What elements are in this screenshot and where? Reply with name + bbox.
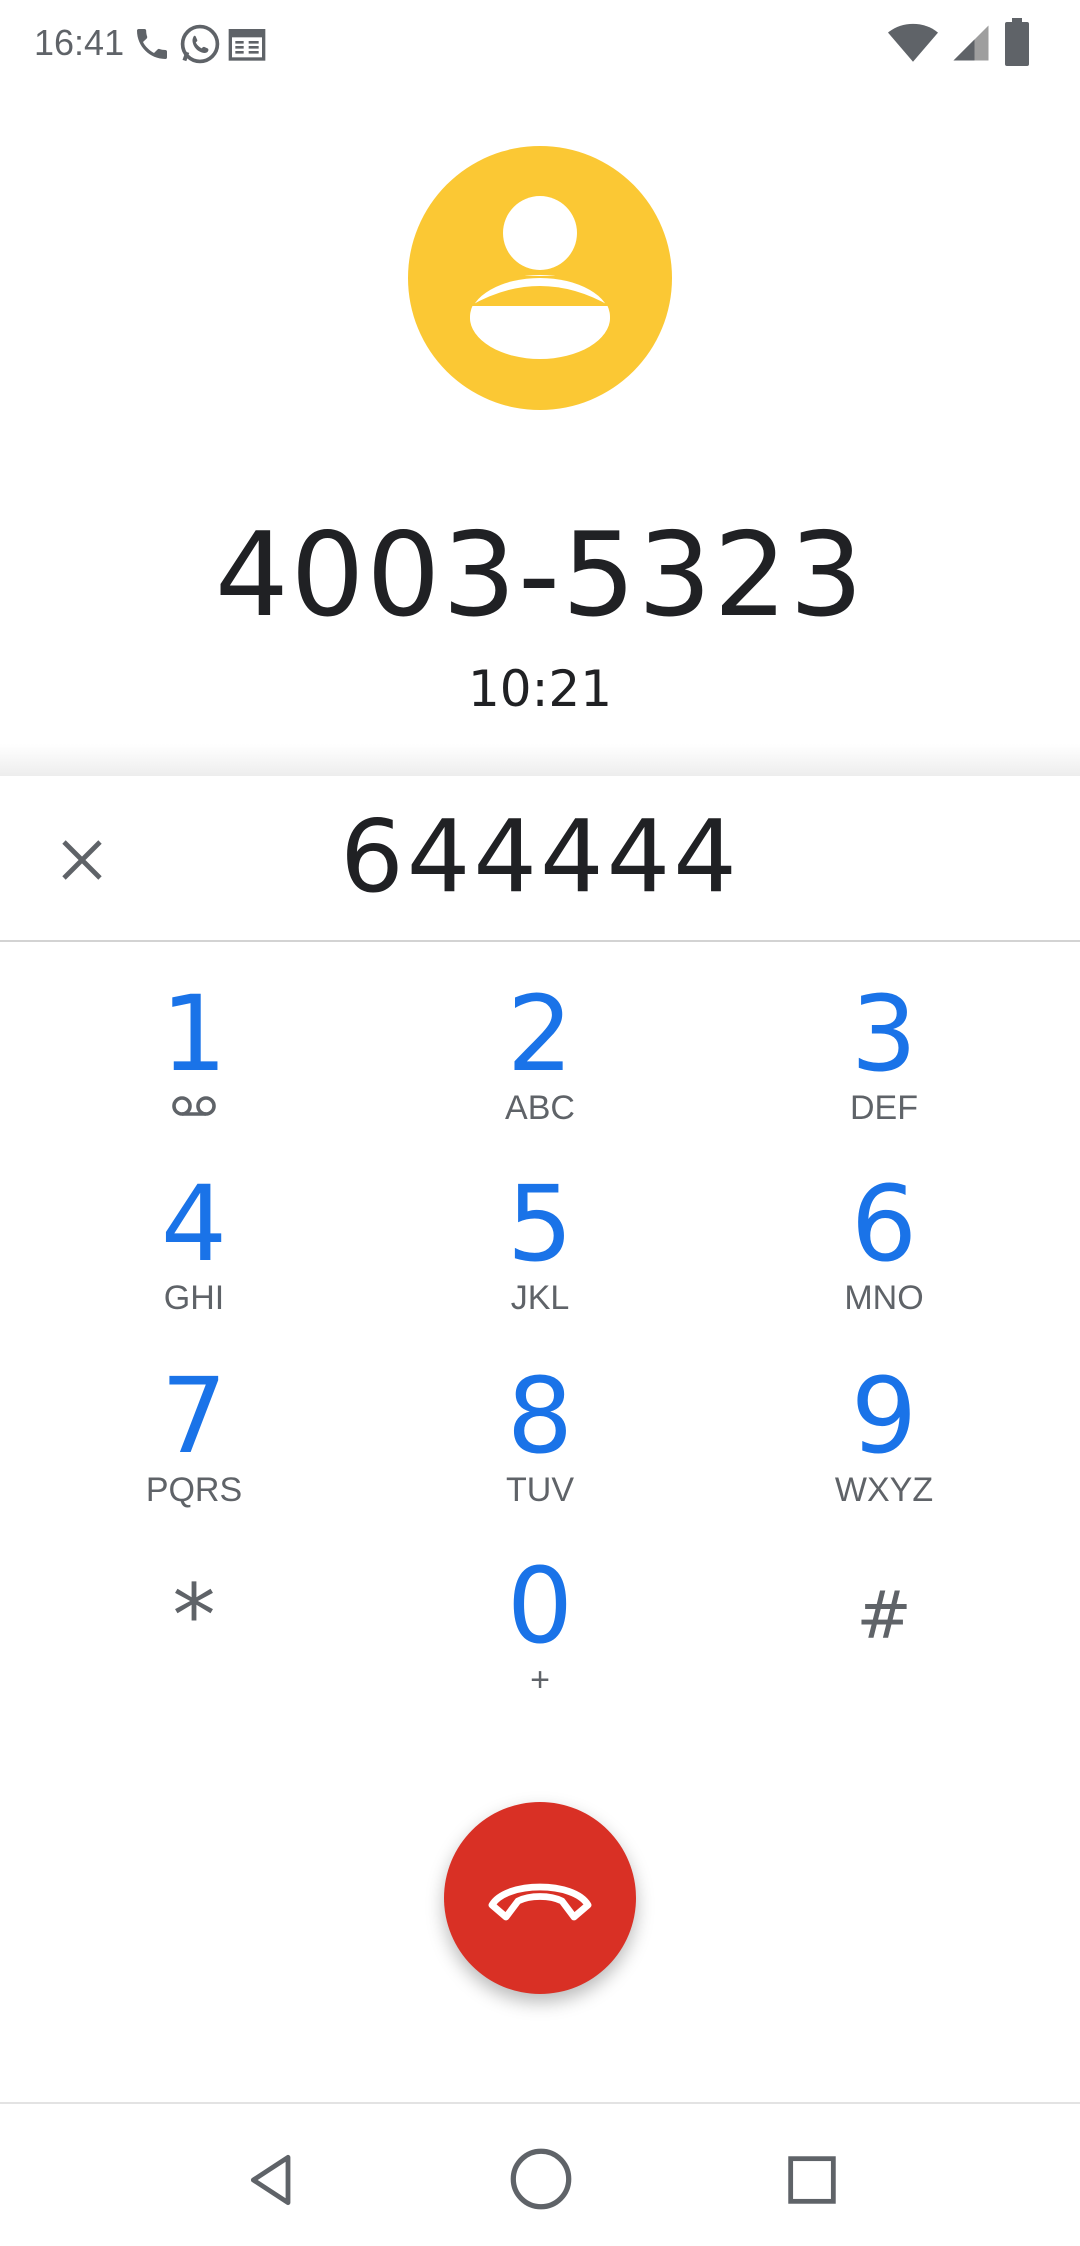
key-digit: 6 xyxy=(850,1163,918,1285)
key-letters: ABC xyxy=(505,1089,575,1127)
key-letters: + xyxy=(530,1661,550,1699)
key-digit: * xyxy=(172,1566,216,1666)
dialed-digits: 644444 xyxy=(340,798,740,915)
voicemail-icon xyxy=(44,1088,344,1128)
key-digit: 5 xyxy=(506,1163,574,1285)
key-digit: 7 xyxy=(160,1355,228,1477)
key-digit: 9 xyxy=(850,1355,918,1477)
navigation-bar xyxy=(0,2102,1080,2246)
digits-row: 644444 xyxy=(0,776,1080,942)
key-letters: WXYZ xyxy=(834,1471,934,1509)
key-0[interactable]: 0 + xyxy=(390,1552,690,1722)
status-bar: 16:41 xyxy=(0,0,1080,90)
battery-icon xyxy=(1004,18,1030,71)
panel-shadow xyxy=(0,744,1080,778)
person-icon xyxy=(448,196,632,359)
end-call-button[interactable] xyxy=(444,1802,636,1994)
key-digit: 8 xyxy=(506,1355,574,1477)
signal-icon xyxy=(950,22,992,69)
key-digit: 3 xyxy=(850,973,918,1095)
key-digit: 2 xyxy=(506,973,574,1095)
caller-number: 4003-5323 xyxy=(214,508,866,643)
key-digit: 4 xyxy=(160,1163,228,1285)
key-6[interactable]: 6 MNO xyxy=(734,1170,1034,1340)
key-star[interactable]: * xyxy=(44,1546,344,1716)
key-hash[interactable]: # xyxy=(734,1546,1034,1716)
key-digit: # xyxy=(856,1577,912,1654)
key-1[interactable]: 1 xyxy=(44,980,344,1150)
home-icon[interactable] xyxy=(506,2144,576,2214)
whatsapp-icon xyxy=(178,22,222,71)
call-duration: 10:21 xyxy=(467,660,613,718)
key-7[interactable]: 7 PQRS xyxy=(44,1362,344,1532)
phone-icon xyxy=(132,24,172,69)
key-digit: 0 xyxy=(506,1545,574,1667)
key-letters: GHI xyxy=(163,1279,225,1317)
caller-avatar xyxy=(408,146,672,410)
key-4[interactable]: 4 GHI xyxy=(44,1170,344,1340)
status-time: 16:41 xyxy=(34,22,125,63)
recents-icon[interactable] xyxy=(780,2148,844,2212)
key-8[interactable]: 8 TUV xyxy=(390,1362,690,1532)
calendar-icon xyxy=(226,24,268,69)
key-letters: MNO xyxy=(844,1279,924,1317)
key-digit: 1 xyxy=(160,973,228,1095)
key-letters: JKL xyxy=(510,1279,570,1317)
back-icon[interactable] xyxy=(240,2148,304,2212)
hang-up-icon xyxy=(488,1883,592,1921)
key-letters: DEF xyxy=(850,1089,918,1127)
key-letters: TUV xyxy=(506,1471,574,1509)
wifi-icon xyxy=(888,22,938,69)
key-9[interactable]: 9 WXYZ xyxy=(734,1362,1034,1532)
key-3[interactable]: 3 DEF xyxy=(734,980,1034,1150)
key-letters: PQRS xyxy=(145,1471,243,1509)
close-icon[interactable] xyxy=(48,826,118,896)
key-2[interactable]: 2 ABC xyxy=(390,980,690,1150)
key-5[interactable]: 5 JKL xyxy=(390,1170,690,1340)
